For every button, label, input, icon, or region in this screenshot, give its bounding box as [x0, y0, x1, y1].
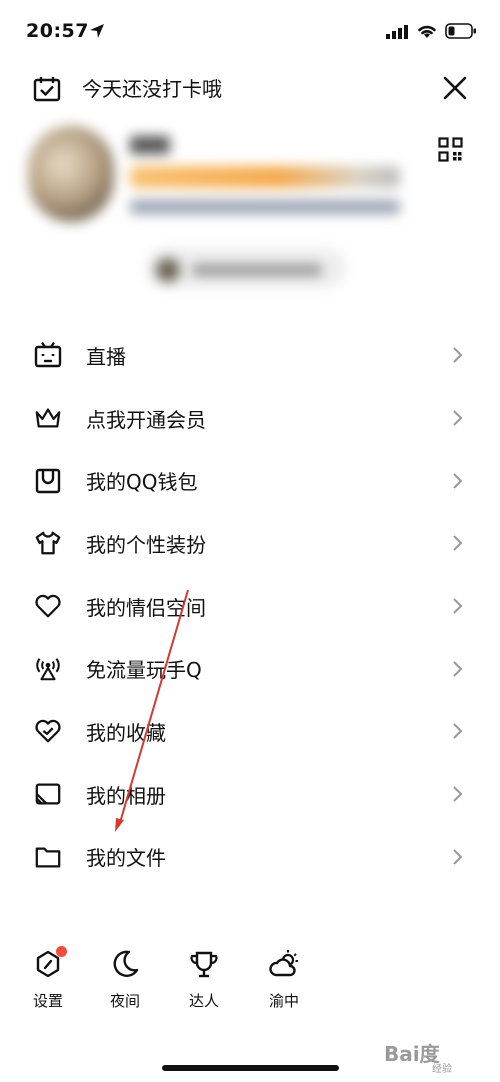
chevron-right-icon [453, 410, 463, 426]
chevron-right-icon [453, 786, 463, 802]
shirt-icon [34, 529, 62, 557]
folder-icon [34, 843, 62, 871]
status-time: 20:57 [26, 20, 89, 42]
chevron-right-icon [453, 849, 463, 865]
close-icon[interactable] [442, 75, 468, 101]
menu-item-live[interactable]: 直播 [0, 324, 500, 387]
expert-button[interactable]: 达人 [174, 948, 234, 1011]
profile-card[interactable] [28, 126, 418, 306]
album-icon [34, 780, 62, 808]
notification-dot [56, 946, 67, 957]
cellular-signal-icon [386, 25, 408, 39]
chevron-right-icon [453, 347, 463, 364]
menu-item-vip[interactable]: 点我开通会员 [0, 387, 500, 450]
chevron-right-icon [453, 598, 463, 614]
side-menu: 直播 点我开通会员 我的QQ钱包 我的个性装扮 我的情侣空间 免流量玩手Q 我的… [0, 324, 500, 888]
menu-item-dressup[interactable]: 我的个性装扮 [0, 512, 500, 575]
menu-item-label: 点我开通会员 [86, 407, 206, 432]
vip-badge-blurred [130, 166, 400, 188]
menu-item-label: 我的文件 [86, 846, 166, 871]
menu-item-wallet[interactable]: 我的QQ钱包 [0, 449, 500, 512]
menu-item-album[interactable]: 我的相册 [0, 763, 500, 826]
heart-icon [34, 592, 62, 620]
calendar-check-icon [33, 77, 61, 102]
weather-cloud-sun-icon [268, 948, 300, 980]
battery-icon [445, 23, 476, 39]
avatar[interactable] [28, 126, 114, 222]
status-chip-text-blurred [192, 264, 322, 276]
profile-name-blurred [130, 136, 170, 154]
settings-button[interactable]: 设置 [18, 946, 78, 1011]
status-bar: 20:57 [0, 0, 500, 62]
menu-item-label: 我的收藏 [86, 720, 166, 745]
watermark-sub: 经验 [432, 1064, 452, 1075]
chevron-right-icon [453, 661, 463, 677]
bottom-item-label: 夜间 [109, 992, 140, 1010]
bottom-item-label: 达人 [188, 992, 219, 1010]
menu-item-couple-space[interactable]: 我的情侣空间 [0, 575, 500, 638]
signature-blurred [130, 200, 400, 214]
menu-item-files[interactable]: 我的文件 [0, 826, 500, 889]
menu-item-label: 我的情侣空间 [86, 595, 206, 620]
chevron-right-icon [453, 535, 463, 552]
menu-item-label: 免流量玩手Q [86, 658, 202, 683]
location-arrow-icon [90, 24, 104, 38]
antenna-icon [34, 655, 62, 683]
moon-icon [109, 948, 141, 980]
status-chip-icon [156, 258, 180, 282]
chevron-right-icon [453, 723, 463, 740]
weather-button[interactable]: 渝中 [254, 948, 314, 1011]
home-indicator [162, 1065, 339, 1071]
crown-icon [34, 404, 62, 432]
chevron-right-icon [453, 473, 463, 489]
qr-code-icon[interactable] [438, 137, 463, 162]
menu-item-free-data[interactable]: 免流量玩手Q [0, 637, 500, 700]
bottom-item-label: 设置 [32, 992, 63, 1010]
menu-item-label: 我的QQ钱包 [86, 470, 198, 495]
night-mode-button[interactable]: 夜间 [95, 948, 155, 1011]
menu-item-favorites[interactable]: 我的收藏 [0, 700, 500, 763]
bottom-item-label: 渝中 [268, 992, 299, 1010]
favorites-icon [34, 717, 62, 745]
bottom-toolbar: 设置 夜间 达人 渝中 [0, 946, 500, 1028]
menu-item-label: 我的相册 [86, 783, 166, 808]
menu-item-label: 直播 [86, 344, 126, 369]
trophy-icon [188, 948, 220, 980]
live-tv-icon [34, 341, 62, 369]
checkin-label[interactable]: 今天还没打卡哦 [82, 74, 222, 104]
settings-hexagon-icon [32, 946, 67, 980]
wifi-icon [418, 25, 436, 38]
wallet-icon [34, 467, 62, 495]
checkin-button[interactable] [33, 74, 61, 104]
menu-item-label: 我的个性装扮 [86, 532, 206, 557]
